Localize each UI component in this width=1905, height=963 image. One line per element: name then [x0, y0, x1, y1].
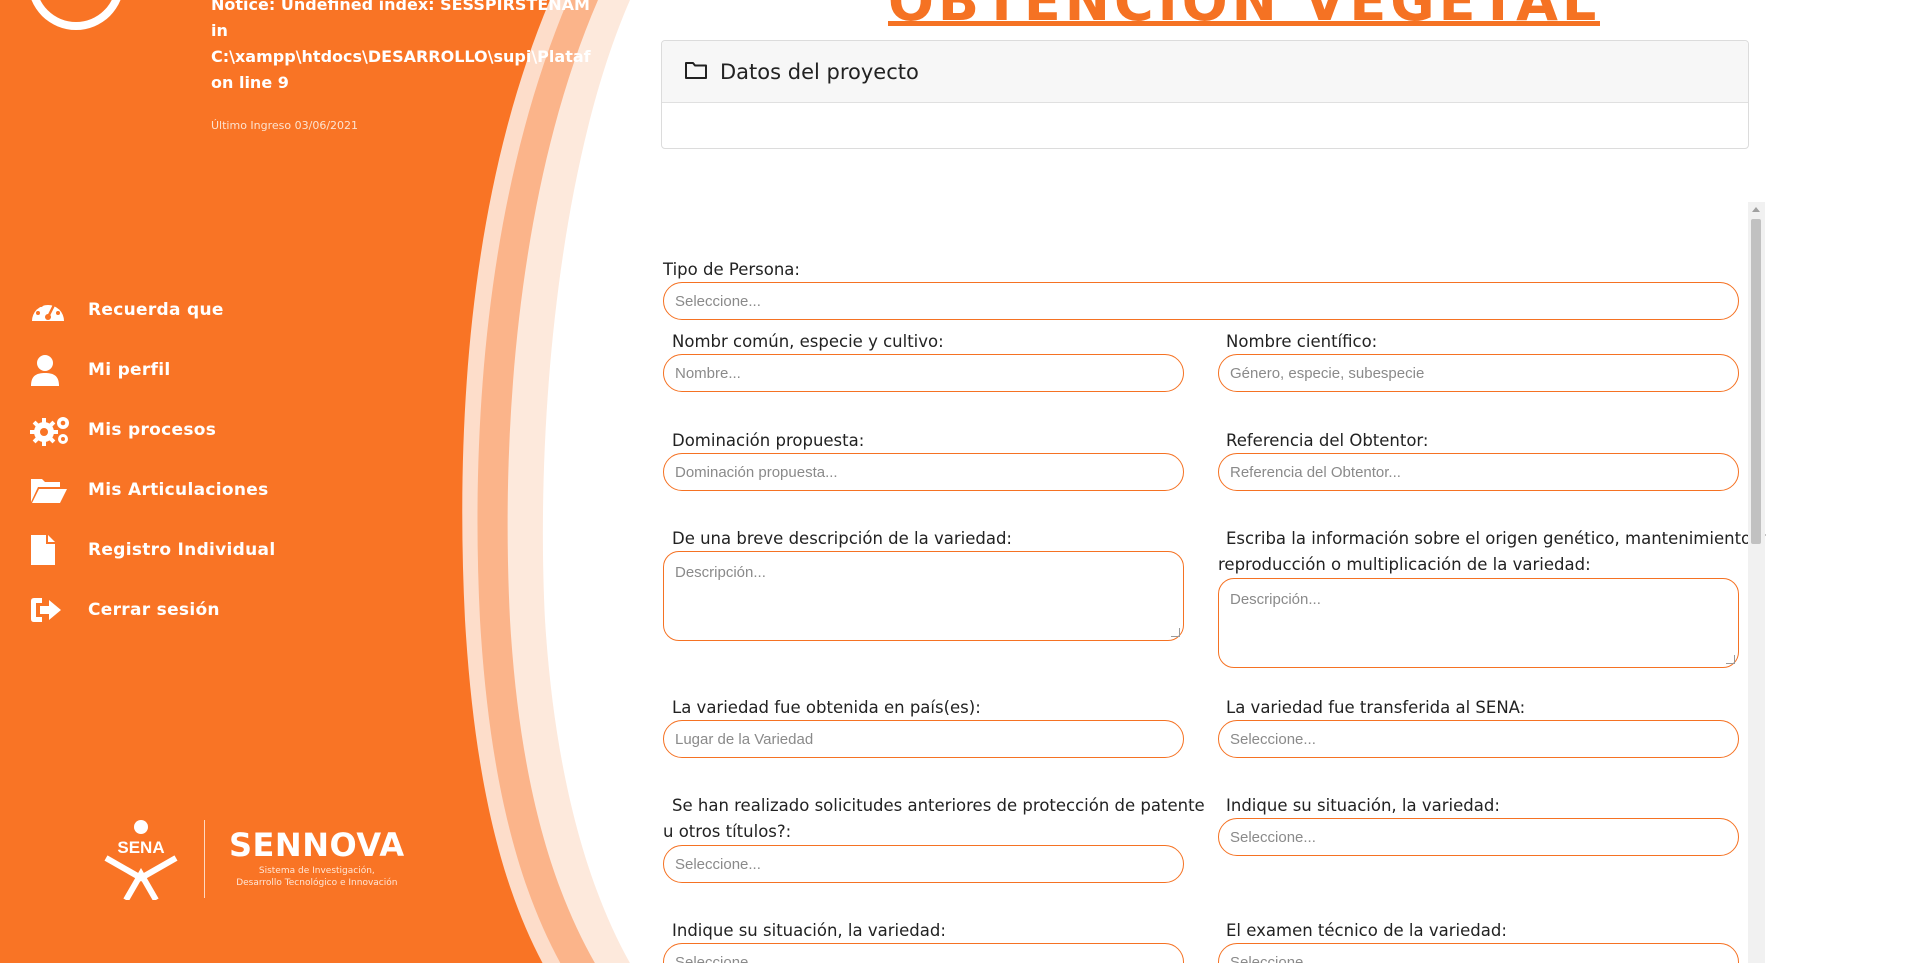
- sidebar-item-procesos[interactable]: Mis procesos: [30, 400, 275, 460]
- pais-input[interactable]: Lugar de la Variedad: [663, 720, 1184, 758]
- solicitudes-select[interactable]: Seleccione...: [663, 845, 1184, 883]
- sidebar-menu: Recuerda que Mi perfil Mis procesos Mis …: [30, 280, 275, 640]
- sennova-subtitle-line: Sistema de Investigación,: [258, 866, 375, 876]
- nombre-comun-input[interactable]: Nombre...: [663, 354, 1184, 392]
- php-notice-line: Notice: Undefined index: SESSPIRSTENAME: [211, 0, 591, 14]
- sidebar-item-label: Mi perfil: [88, 360, 171, 380]
- php-notice-line: C:\xampp\htdocs\DESARROLLO\supi\Plataf: [211, 47, 591, 66]
- project-card-title: Datos del proyecto: [720, 59, 919, 84]
- referencia-label: Referencia del Obtentor:: [1226, 431, 1429, 450]
- sidebar: Notice: Undefined index: SESSPIRSTENAME …: [0, 0, 660, 963]
- sidebar-item-label: Mis procesos: [88, 420, 217, 440]
- examen-select[interactable]: Seleccione...: [1218, 943, 1739, 963]
- transferida-label: La variedad fue transferida al SENA:: [1226, 698, 1526, 717]
- nombre-cientifico-label: Nombre científico:: [1226, 332, 1378, 351]
- form-scrollbar[interactable]: [1748, 202, 1765, 963]
- sidebar-item-label: Recuerda que: [88, 300, 224, 320]
- page-title: OBTENCIÓN VEGETAL: [888, 0, 1601, 26]
- situacion-1-label: Indique su situación, la variedad:: [1226, 796, 1500, 815]
- situacion-2-label: Indique su situación, la variedad:: [672, 921, 946, 940]
- php-notice-line: in: [211, 21, 228, 40]
- examen-label: El examen técnico de la variedad:: [1226, 921, 1507, 940]
- situacion-2-select[interactable]: Seleccione...: [663, 943, 1184, 963]
- situacion-1-select[interactable]: Seleccione...: [1218, 818, 1739, 856]
- sena-logo-text: SENA: [117, 838, 164, 857]
- origen-label-line2: reproducción o multiplicación de la vari…: [1218, 555, 1591, 574]
- dashboard-icon: [30, 293, 74, 327]
- tipo-persona-label: Tipo de Persona:: [663, 260, 800, 279]
- descripcion-textarea[interactable]: Descripción...: [663, 551, 1184, 641]
- sidebar-item-registro[interactable]: Registro Individual: [30, 520, 275, 580]
- php-notice: Notice: Undefined index: SESSPIRSTENAME …: [211, 0, 591, 96]
- user-icon: [30, 353, 74, 387]
- dominacion-input[interactable]: Dominación propuesta...: [663, 453, 1184, 491]
- scrollbar-thumb[interactable]: [1751, 219, 1761, 544]
- folder-open-icon: [30, 473, 74, 507]
- footer-logos: SENA SENNOVA Sistema de Investigación, D…: [100, 818, 405, 902]
- referencia-input[interactable]: Referencia del Obtentor...: [1218, 453, 1739, 491]
- file-icon: [30, 533, 74, 567]
- php-notice-line: on line 9: [211, 73, 289, 92]
- sidebar-item-label: Mis Articulaciones: [88, 480, 269, 500]
- descripcion-label: De una breve descripción de la variedad:: [672, 529, 1012, 548]
- sidebar-item-articulaciones[interactable]: Mis Articulaciones: [30, 460, 275, 520]
- pais-label: La variedad fue obtenida en país(es):: [672, 698, 981, 717]
- sign-out-icon: [30, 593, 74, 627]
- logo-divider: [204, 820, 205, 898]
- sena-logo: SENA: [100, 818, 182, 902]
- sidebar-item-recuerda[interactable]: Recuerda que: [30, 280, 275, 340]
- nombre-comun-label: Nombr común, especie y cultivo:: [672, 332, 944, 351]
- page: OBTENCIÓN VEGETAL Datos del proyecto Tip…: [0, 0, 1905, 963]
- dominacion-label: Dominación propuesta:: [672, 431, 865, 450]
- solicitudes-label-line1: Se han realizado solicitudes anteriores …: [672, 796, 1205, 815]
- tipo-persona-select[interactable]: Seleccione...: [663, 282, 1739, 320]
- project-card-header[interactable]: Datos del proyecto: [662, 41, 1748, 103]
- transferida-select[interactable]: Seleccione...: [1218, 720, 1739, 758]
- sidebar-item-label: Cerrar sesión: [88, 600, 220, 620]
- last-login: Último Ingreso 03/06/2021: [211, 119, 359, 132]
- gears-icon: [30, 413, 74, 447]
- scroll-up-arrow-icon[interactable]: [1752, 207, 1760, 212]
- sennova-logo: SENNOVA Sistema de Investigación, Desarr…: [229, 829, 405, 889]
- sennova-logo-text: SENNOVA: [229, 826, 405, 864]
- sidebar-item-cerrar-sesion[interactable]: Cerrar sesión: [30, 580, 275, 640]
- origen-textarea[interactable]: Descripción...: [1218, 578, 1739, 668]
- project-card: Datos del proyecto: [661, 40, 1749, 149]
- folder-icon: [684, 60, 708, 84]
- nombre-cientifico-input[interactable]: Género, especie, subespecie: [1218, 354, 1739, 392]
- solicitudes-label-line2: u otros títulos?:: [663, 822, 792, 841]
- sennova-subtitle: Sistema de Investigación, Desarrollo Tec…: [229, 865, 405, 889]
- sidebar-item-perfil[interactable]: Mi perfil: [30, 340, 275, 400]
- sennova-subtitle-line: Desarrollo Tecnológico e Innovación: [236, 878, 398, 888]
- sidebar-item-label: Registro Individual: [88, 540, 276, 560]
- origen-label-line1: Escriba la información sobre el origen g…: [1226, 529, 1767, 548]
